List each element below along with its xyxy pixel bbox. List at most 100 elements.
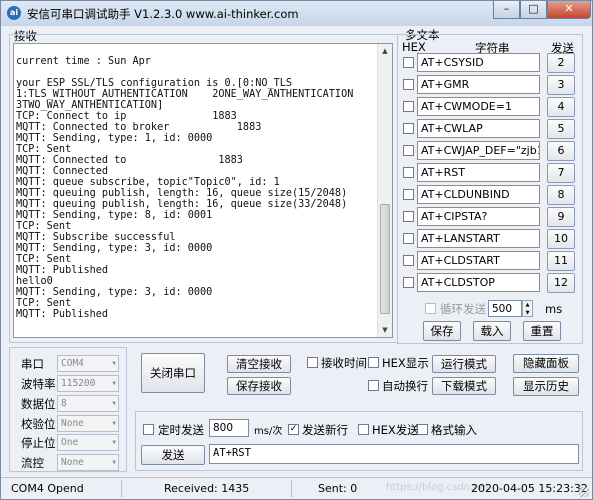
receive-area[interactable]: current time : Sun Apr your ESP SSL/TLS …: [13, 43, 393, 338]
sent-count: Sent: 0: [318, 482, 358, 495]
save-button[interactable]: 保存: [423, 321, 461, 341]
port-status: COM4 Opend: [11, 482, 84, 495]
auto-wrap-label: 自动换行: [382, 379, 428, 393]
command-input[interactable]: AT+CLDSTOP: [417, 273, 540, 292]
minimize-button[interactable]: –: [493, 1, 520, 19]
multitext-row: AT+CLDUNBIND 8: [399, 185, 579, 205]
multitext-row: AT+CSYSID 2: [399, 53, 579, 73]
chevron-down-icon: ▼: [112, 459, 116, 466]
command-input[interactable]: AT+CWJAP_DEF="zjb1518: [417, 141, 540, 160]
send-command-button[interactable]: 10: [547, 229, 575, 249]
send-command-button[interactable]: 7: [547, 163, 575, 183]
scroll-down-icon[interactable]: ▼: [378, 323, 392, 337]
send-newline-checkbox[interactable]: ✓: [288, 424, 299, 435]
send-newline-label: 发送新行: [302, 423, 348, 437]
show-history-button[interactable]: 显示历史: [513, 377, 579, 396]
resize-grip-icon[interactable]: [579, 487, 589, 497]
port-label: 串口: [21, 357, 44, 371]
hex-checkbox[interactable]: [403, 145, 414, 156]
send-command-button[interactable]: 6: [547, 141, 575, 161]
format-input-checkbox[interactable]: [417, 424, 428, 435]
port-select[interactable]: COM4 ▼: [57, 355, 119, 372]
load-button[interactable]: 载入: [473, 321, 511, 341]
send-command-button[interactable]: 11: [547, 251, 575, 271]
hex-checkbox[interactable]: [403, 101, 414, 112]
command-input[interactable]: AT+RST: [417, 163, 540, 182]
scroll-up-icon[interactable]: ▲: [378, 44, 392, 58]
loop-send-checkbox[interactable]: [425, 303, 436, 314]
receive-text: current time : Sun Apr your ESP SSL/TLS …: [16, 56, 354, 320]
title-bar[interactable]: ai 安信可串口调试助手 V1.2.3.0 www.ai-thinker.com…: [1, 1, 592, 26]
send-command-button[interactable]: 5: [547, 119, 575, 139]
maximize-button[interactable]: □: [520, 1, 547, 19]
send-command-button[interactable]: 4: [547, 97, 575, 117]
command-input[interactable]: AT+CSYSID: [417, 53, 540, 72]
send-command-button[interactable]: 3: [547, 75, 575, 95]
hide-panel-button[interactable]: 隐藏面板: [513, 354, 579, 373]
flow-select[interactable]: None ▼: [57, 454, 119, 471]
auto-wrap-checkbox[interactable]: [368, 380, 379, 391]
scroll-thumb[interactable]: [380, 204, 390, 314]
stopbits-select[interactable]: One ▼: [57, 434, 119, 451]
databits-select[interactable]: 8 ▼: [57, 395, 119, 412]
close-button[interactable]: ✕: [547, 1, 591, 19]
send-period-input[interactable]: 800: [209, 419, 249, 437]
command-input[interactable]: AT+CWMODE=1: [417, 97, 540, 116]
interval-spinner[interactable]: ▲ ▼: [522, 300, 533, 317]
hex-checkbox[interactable]: [403, 277, 414, 288]
multitext-row: AT+CWJAP_DEF="zjb1518 6: [399, 141, 579, 161]
hex-send-checkbox[interactable]: [358, 424, 369, 435]
interval-unit: ms: [545, 302, 563, 316]
flow-label: 流控: [21, 456, 44, 470]
hex-checkbox[interactable]: [403, 189, 414, 200]
hex-display-checkbox[interactable]: [368, 357, 379, 368]
multitext-row: AT+CIPSTA? 9: [399, 207, 579, 227]
command-input[interactable]: AT+CLDSTART: [417, 251, 540, 270]
command-input[interactable]: AT+CIPSTA?: [417, 207, 540, 226]
loop-interval-input[interactable]: 500: [488, 300, 522, 317]
hex-checkbox[interactable]: [403, 255, 414, 266]
hex-checkbox[interactable]: [403, 233, 414, 244]
hex-checkbox[interactable]: [403, 123, 414, 134]
hex-checkbox[interactable]: [403, 167, 414, 178]
baud-select[interactable]: 115200 ▼: [57, 375, 119, 392]
send-command-button[interactable]: 9: [547, 207, 575, 227]
save-receive-button[interactable]: 保存接收: [227, 377, 291, 395]
command-input[interactable]: AT+CLDUNBIND: [417, 185, 540, 204]
chevron-down-icon: ▼: [112, 360, 116, 367]
receive-time-checkbox[interactable]: [307, 357, 318, 368]
download-mode-button[interactable]: 下载模式: [432, 377, 496, 395]
send-button[interactable]: 发送: [141, 445, 205, 465]
multitext-row: AT+CWMODE=1 4: [399, 97, 579, 117]
status-bar: COM4 Opend Received: 1435 Sent: 0 https:…: [1, 477, 592, 499]
reset-button[interactable]: 重置: [523, 321, 561, 341]
hex-checkbox[interactable]: [403, 79, 414, 90]
command-input[interactable]: AT+CWLAP: [417, 119, 540, 138]
chevron-down-icon: ▼: [112, 380, 116, 387]
command-input[interactable]: AT+GMR: [417, 75, 540, 94]
send-command-button[interactable]: 2: [547, 53, 575, 73]
multitext-row: AT+CLDSTART 11: [399, 251, 579, 271]
multitext-row: AT+RST 7: [399, 163, 579, 183]
close-port-button[interactable]: 关闭串口: [141, 353, 205, 393]
multitext-row: AT+CLDSTOP 12: [399, 273, 579, 293]
clear-receive-button[interactable]: 清空接收: [227, 355, 291, 373]
loop-send-label: 循环发送: [440, 302, 486, 316]
multitext-row: AT+CWLAP 5: [399, 119, 579, 139]
received-count: Received: 1435: [164, 482, 250, 495]
stopbits-label: 停止位: [21, 436, 56, 450]
hex-checkbox[interactable]: [403, 211, 414, 222]
send-command-button[interactable]: 12: [547, 273, 575, 293]
app-window: ai 安信可串口调试助手 V1.2.3.0 www.ai-thinker.com…: [0, 0, 593, 500]
send-input[interactable]: AT+RST: [209, 444, 579, 464]
send-command-button[interactable]: 8: [547, 185, 575, 205]
datetime: 2020-04-05 15:23:32: [471, 482, 588, 495]
command-input[interactable]: AT+LANSTART: [417, 229, 540, 248]
window-title: 安信可串口调试助手 V1.2.3.0 www.ai-thinker.com: [27, 7, 299, 21]
run-mode-button[interactable]: 运行模式: [432, 355, 496, 373]
vertical-scrollbar[interactable]: ▲ ▼: [377, 44, 392, 337]
hex-checkbox[interactable]: [403, 57, 414, 68]
format-input-label: 格式输入: [431, 423, 477, 437]
timed-send-checkbox[interactable]: [143, 424, 154, 435]
parity-select[interactable]: None ▼: [57, 415, 119, 432]
